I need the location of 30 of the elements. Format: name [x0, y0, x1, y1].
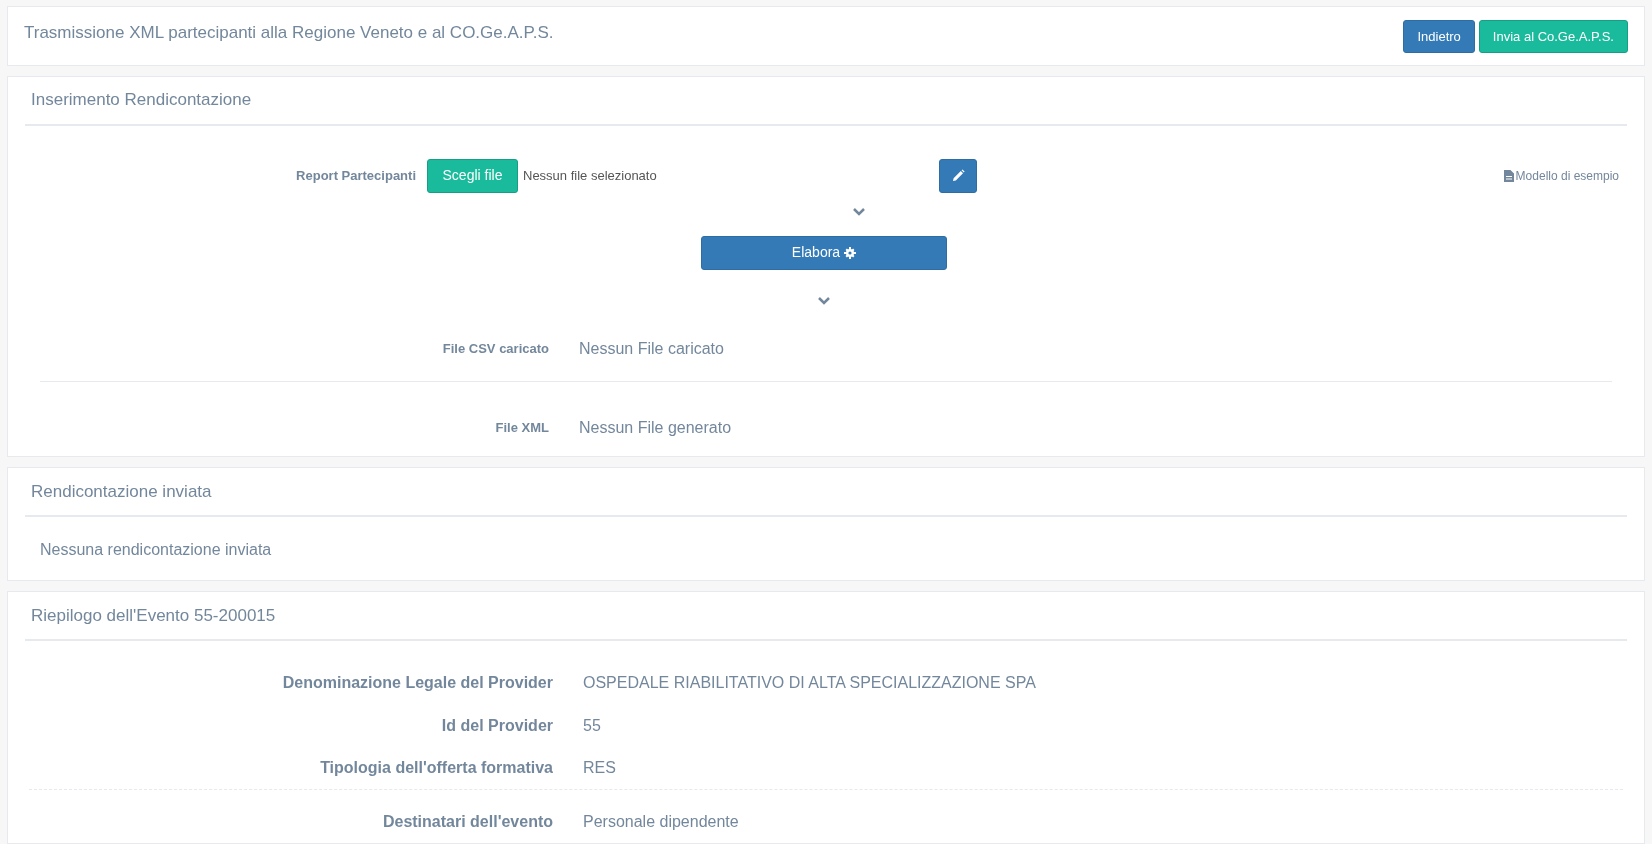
field-label: Report Partecipanti: [295, 166, 416, 185]
header-button[interactable]: Indietro: [1403, 20, 1475, 53]
pencil-icon: [951, 169, 965, 182]
document-icon: [1503, 169, 1514, 182]
field-label: File CSV caricato: [441, 339, 549, 358]
edit-button[interactable]: [939, 158, 977, 193]
chevron-down-icon: [817, 295, 831, 305]
gear-icon: [844, 246, 857, 259]
field-label: Id del Provider: [440, 715, 553, 736]
header-button[interactable]: Invia al Co.Ge.A.P.S.: [1478, 20, 1628, 53]
process-button[interactable]: Elabora: [701, 235, 947, 270]
field-value: 55: [583, 715, 601, 736]
field-value: RES: [583, 758, 616, 778]
field-label: Denominazione Legale del Provider: [281, 672, 553, 693]
empty-message: Nessuna rendicontazione inviata: [40, 541, 272, 559]
field-label: File XML: [494, 418, 549, 437]
chevron-down-icon: [852, 206, 866, 216]
page-title: Trasmissione XML partecipanti alla Regione Veneto e al CO.Ge.A.P.S.: [24, 22, 554, 44]
panel-title: Riepilogo dell'Evento 55-200015: [30, 604, 276, 627]
field-value: Nessun File generato: [579, 417, 732, 438]
template-link[interactable]: Modello di esempio: [1503, 166, 1619, 185]
panel-title: Inserimento Rendicontazione: [30, 89, 252, 112]
field-value: OSPEDALE RIABILITATIVO DI ALTA SPECIALIZZAZIONE SPA: [583, 672, 1036, 693]
choose-file-button[interactable]: Scegli file: [427, 158, 518, 193]
field-label: Tipologia dell'offerta formativa: [319, 758, 553, 778]
field-value: Personale dipendente: [583, 811, 739, 832]
panel-title: Rendicontazione inviata: [30, 481, 212, 503]
file-status: Nessun file selezionato: [523, 166, 658, 185]
field-label: Destinatari dell'evento: [381, 811, 553, 832]
field-value: Nessun File caricato: [579, 338, 724, 359]
